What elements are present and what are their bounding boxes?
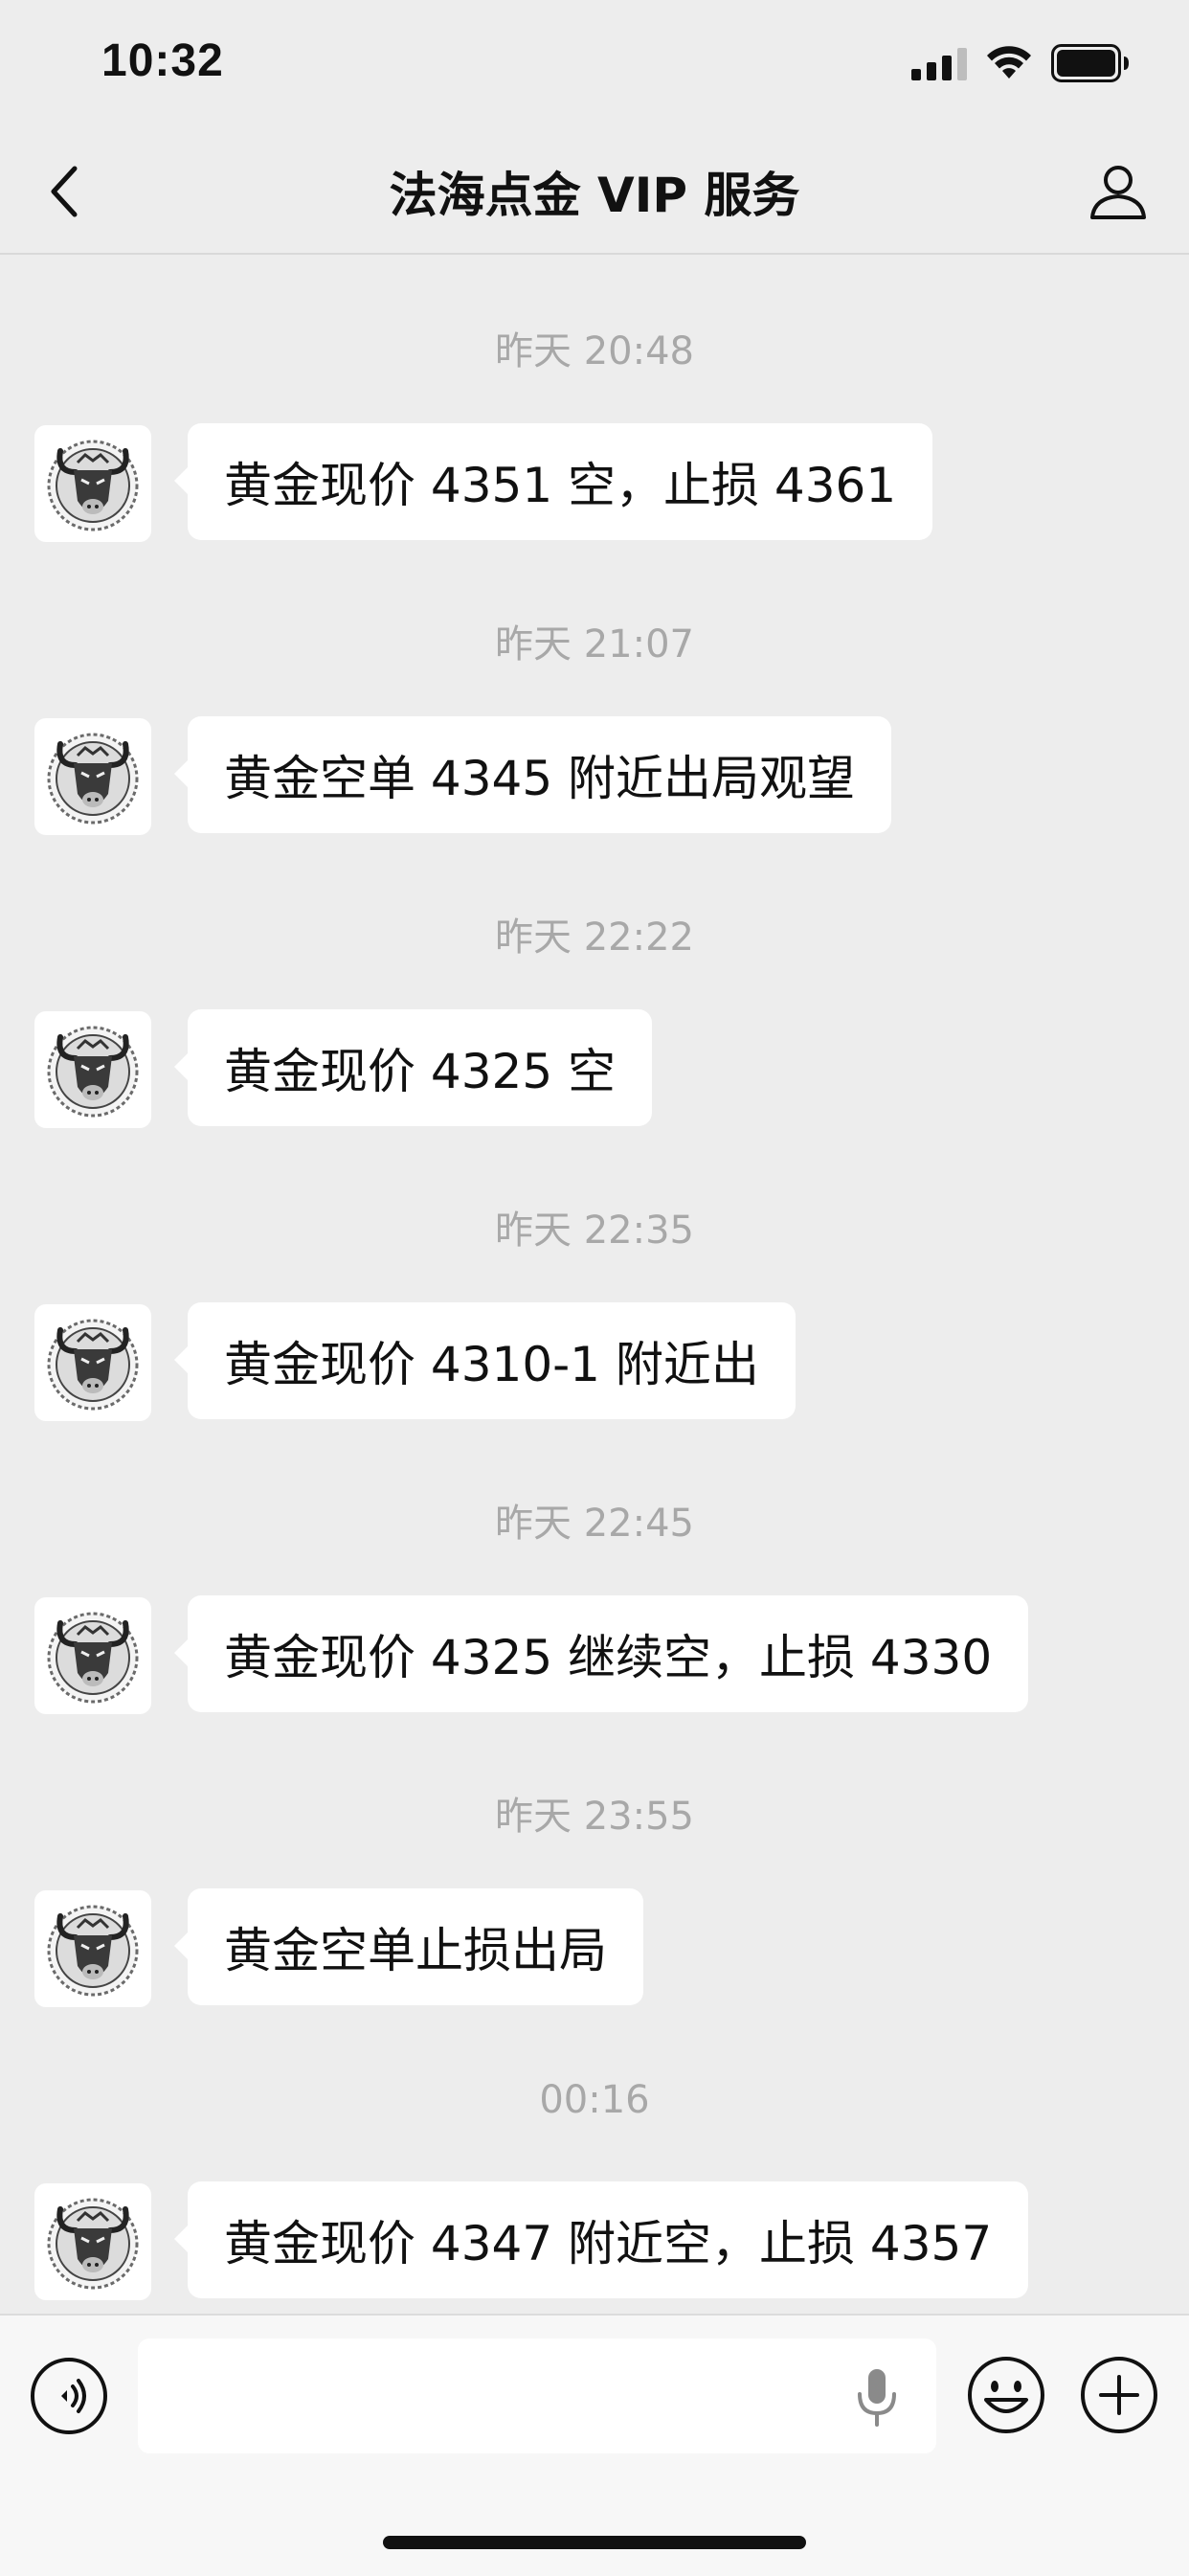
message-group: 昨天 23:55 黄金空单止损出局	[0, 1720, 1189, 2013]
message-bubble[interactable]: 黄金现价 4351 空，止损 4361	[173, 423, 933, 540]
chat-title: 法海点金 VIP 服务	[389, 168, 800, 223]
chat-area[interactable]: 昨天 20:48 黄金现价 4351 空，止损 4361 昨天 21:07 黄金空…	[0, 255, 1189, 2314]
message-bubble[interactable]: 黄金现价 4347 附近空，止损 4357	[173, 2181, 1029, 2298]
plus-button[interactable]	[1078, 2354, 1160, 2436]
message-bubble[interactable]: 黄金空单 4345 附近出局观望	[173, 716, 892, 833]
voice-button[interactable]	[29, 2356, 109, 2436]
message-timestamp: 昨天 23:55	[495, 1795, 694, 1839]
sender-avatar[interactable]	[34, 2183, 151, 2300]
message-input[interactable]	[138, 2339, 936, 2453]
bull-avatar-icon	[47, 1319, 139, 1411]
microphone-icon	[858, 2369, 896, 2427]
sender-avatar[interactable]	[34, 718, 151, 835]
message-group: 昨天 22:22 黄金现价 4325 空	[0, 841, 1189, 1134]
bull-avatar-icon	[47, 1905, 139, 1997]
nav-bar: 法海点金 VIP 服务	[0, 130, 1189, 255]
person-icon	[1090, 166, 1146, 219]
signal-icon	[911, 48, 967, 80]
message-group: 昨天 21:07 黄金空单 4345 附近出局观望	[0, 548, 1189, 841]
bull-avatar-icon	[47, 733, 139, 825]
home-indicator	[383, 2536, 806, 2549]
battery-icon	[1051, 44, 1129, 82]
bull-avatar-icon	[47, 440, 139, 531]
status-time: 10:32	[101, 35, 224, 86]
message-bubble[interactable]: 黄金现价 4325 继续空，止损 4330	[173, 1595, 1029, 1712]
mic-button[interactable]	[848, 2365, 906, 2430]
sender-avatar[interactable]	[34, 1890, 151, 2007]
profile-button[interactable]	[1080, 153, 1156, 230]
message-bubble[interactable]: 黄金现价 4325 空	[173, 1009, 653, 1126]
message-group: 昨天 20:48 黄金现价 4351 空，止损 4361	[0, 255, 1189, 548]
wifi-icon	[987, 46, 1031, 79]
sender-avatar[interactable]	[34, 1011, 151, 1128]
sender-avatar[interactable]	[34, 1304, 151, 1421]
sender-avatar[interactable]	[34, 425, 151, 542]
emoji-icon	[968, 2357, 1044, 2433]
status-bar: 10:32	[0, 0, 1189, 130]
emoji-button[interactable]	[965, 2354, 1047, 2436]
message-timestamp: 00:16	[539, 2078, 650, 2122]
input-bar	[0, 2314, 1189, 2576]
message-group: 昨天 22:35 黄金现价 4310-1 附近出	[0, 1134, 1189, 1427]
message-timestamp: 昨天 22:22	[495, 915, 694, 960]
message-bubble[interactable]: 黄金空单止损出局	[174, 1888, 643, 2005]
message-group: 00:16 黄金现价 4347 附近空，止损 4357	[0, 2013, 1189, 2306]
bull-avatar-icon	[47, 1612, 139, 1704]
bull-avatar-icon	[47, 1026, 139, 1118]
message-timestamp: 昨天 22:45	[495, 1502, 694, 1546]
plus-icon	[1081, 2357, 1157, 2433]
sender-avatar[interactable]	[34, 1597, 151, 1714]
message-timestamp: 昨天 22:35	[495, 1209, 694, 1253]
message-timestamp: 昨天 20:48	[495, 329, 694, 373]
voice-icon	[31, 2358, 107, 2434]
bull-avatar-icon	[47, 2198, 139, 2290]
message-timestamp: 昨天 21:07	[495, 622, 694, 667]
message-group: 昨天 22:45 黄金现价 4325 继续空，止损 4330	[0, 1427, 1189, 1720]
message-bubble[interactable]: 黄金现价 4310-1 附近出	[174, 1302, 796, 1419]
